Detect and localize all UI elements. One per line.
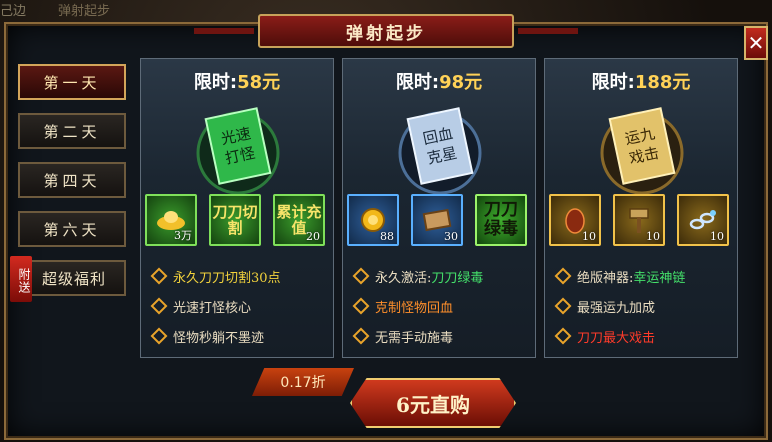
perk-highlight: 幸运神链 [633,270,686,286]
skill-book-item[interactable]: 刀刀切割 [209,194,261,246]
perk-item: 怪物秒躺不墨迹 [150,321,329,351]
perk-text: 绝版神器:幸运神链 [577,270,686,286]
reward-items: 10 10 10 [545,194,737,250]
tab-day-2[interactable]: 第二天 [18,113,126,149]
purchase-area: 0.17折 6元直购 [252,364,522,440]
perk-text: 刀刀最大戏击 [577,330,656,346]
perk-item: 光速打怪核心 [150,291,329,321]
chain-icon[interactable]: 10 [677,194,729,246]
perk-highlight: 刀刀绿毒 [431,270,484,286]
item-text: 刀刀绿毒 [484,200,518,239]
tab-super-bonus[interactable]: 附送 超级福利 [10,256,126,302]
item-text: 刀刀切割 [212,203,258,237]
diamond-bullet-icon [554,297,572,315]
item-qty: 10 [582,230,596,243]
skill-book-icon: 回血 克星 [398,107,482,195]
scroll-icon[interactable]: 30 [411,194,463,246]
close-button[interactable]: ✕ [744,26,768,60]
item-qty: 20 [306,230,320,243]
diamond-bullet-icon [554,327,572,345]
tab-day-6[interactable]: 第六天 [18,211,126,247]
offer-card-188: 限时: 188元 运九 戏击 10 10 10 绝版神器:幸运神链 最强运九加成… [544,58,738,358]
price-label: 限时: [395,72,440,93]
diamond-bullet-icon [352,327,370,345]
perk-text: 永久激活:刀刀绿毒 [375,270,484,286]
perk-list: 绝版神器:幸运神链 最强运九加成 刀刀最大戏击 [554,261,733,351]
background-text: 己边 [0,4,27,19]
tab-day-4[interactable]: 第四天 [18,162,126,198]
price-label: 限时: [193,72,238,93]
poison-skill-item[interactable]: 刀刀绿毒 [475,194,527,246]
buy-button[interactable]: 6元直购 [350,378,516,428]
perk-item: 最强运九加成 [554,291,733,321]
card-price: 限时: 98元 [343,59,535,103]
price-value: 188元 [634,72,691,93]
perk-text: 最强运九加成 [577,300,656,316]
reward-items: 3万 刀刀切割 累计充值 20 [141,194,333,250]
tab-day-1[interactable]: 第一天 [18,64,126,100]
item-qty: 10 [710,230,724,243]
tab-super-bonus-label: 超级福利 [42,269,107,288]
hammer-icon[interactable]: 10 [613,194,665,246]
perk-list: 永久刀刀切割30点 光速打怪核心 怪物秒躺不墨迹 [150,261,329,351]
gold-coin-icon[interactable]: 88 [347,194,399,246]
perk-item: 永久激活:刀刀绿毒 [352,261,531,291]
offer-card-58: 限时: 58元 光速 打怪 3万 刀刀切割 累计充值 20 永久刀刀切割30点 … [140,58,334,358]
price-value: 58元 [237,72,281,93]
skill-book-icon: 运九 戏击 [600,107,684,195]
bonus-badge: 附送 [10,256,32,302]
perk-list: 永久激活:刀刀绿毒 克制怪物回血 无需手动施毒 [352,261,531,351]
card-price: 限时: 188元 [545,59,737,103]
offer-card-98: 限时: 98元 回血 克星 88 30 刀刀绿毒 永久激活:刀刀绿毒 克制怪物回… [342,58,536,358]
perk-item: 永久刀刀切割30点 [150,261,329,291]
diamond-bullet-icon [150,327,168,345]
discount-tag: 0.17折 [252,368,354,396]
diamond-bullet-icon [554,267,572,285]
background-tab-text: 弹射起步 [58,4,111,19]
skill-book-icon: 光速 打怪 [196,107,280,195]
diamond-bullet-icon [150,267,168,285]
window-title: 弹射起步 [194,14,578,48]
recharge-item[interactable]: 累计充值 20 [273,194,325,246]
diamond-bullet-icon [150,297,168,315]
egg-icon[interactable]: 10 [549,194,601,246]
perk-text: 永久刀刀切割30点 [173,270,281,286]
perk-item: 绝版神器:幸运神链 [554,261,733,291]
perk-text: 怪物秒躺不墨迹 [173,330,265,346]
item-qty: 3万 [174,229,192,242]
diamond-bullet-icon [352,297,370,315]
perk-item: 无需手动施毒 [352,321,531,351]
item-qty: 30 [444,230,458,243]
perk-item: 克制怪物回血 [352,291,531,321]
diamond-bullet-icon [352,267,370,285]
card-price: 限时: 58元 [141,59,333,103]
price-label: 限时: [591,72,635,93]
perk-text: 光速打怪核心 [173,300,252,316]
gold-ingot-icon[interactable]: 3万 [145,194,197,246]
item-qty: 10 [646,230,660,243]
perk-text: 无需手动施毒 [375,330,454,346]
perk-item: 刀刀最大戏击 [554,321,733,351]
item-qty: 88 [380,230,394,243]
reward-items: 88 30 刀刀绿毒 [343,194,535,250]
price-value: 98元 [439,72,483,93]
perk-text: 克制怪物回血 [375,300,454,316]
